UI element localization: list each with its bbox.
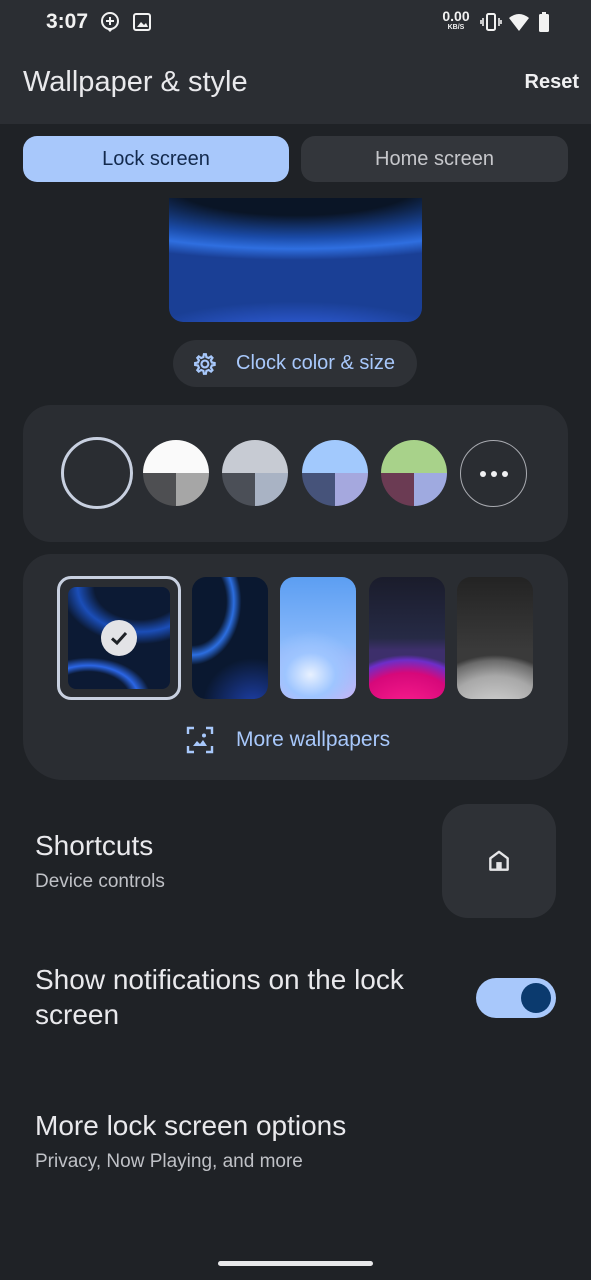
swatch-segment: [255, 473, 288, 506]
shortcuts-subtitle: Device controls: [35, 871, 165, 892]
network-speed-unit: KB/S: [447, 24, 465, 31]
vibrate-icon: [480, 13, 502, 31]
tab-home-screen-label: Home screen: [375, 147, 494, 170]
clock-color-size-button[interactable]: Clock color & size: [173, 340, 417, 387]
notifications-title-line1: Show notifications on the lock: [35, 964, 404, 995]
more-options-subtitle: Privacy, Now Playing, and more: [35, 1151, 303, 1172]
clock-color-size-label: Clock color & size: [236, 352, 395, 374]
network-speed: 0.00 KB/S: [438, 9, 474, 31]
more-options-title: More lock screen options: [35, 1110, 347, 1141]
status-bar: 3:07 0.00 KB/S: [0, 0, 591, 44]
network-speed-value: 0.00: [442, 8, 470, 24]
wallpaper-thumbnail-3[interactable]: [280, 577, 356, 699]
app-bar: Wallpaper & style Reset: [0, 44, 591, 124]
swatch-segment: [143, 473, 176, 506]
swatch-segment: [302, 473, 335, 506]
swatch-segment: [414, 473, 447, 506]
color-swatch-3[interactable]: [222, 440, 288, 506]
checkmark-icon: [101, 620, 137, 656]
wallpaper-image-icon: [186, 726, 214, 754]
swatch-segment: [381, 440, 447, 473]
gear-icon: [194, 352, 216, 375]
swatch-segment: [143, 440, 209, 473]
wifi-icon: [509, 14, 529, 31]
wallpaper-thumbnail-2[interactable]: [192, 577, 268, 699]
dot: [490, 470, 497, 477]
page-title: Wallpaper & style: [23, 66, 248, 98]
dot: [501, 470, 508, 477]
battery-icon: [539, 12, 549, 32]
tab-lock-screen[interactable]: Lock screen: [23, 136, 289, 182]
swatch-segment: [302, 440, 368, 473]
swatch-segment: [176, 473, 209, 506]
color-swatch-2[interactable]: [143, 440, 209, 506]
image-icon: [133, 13, 151, 31]
reset-button[interactable]: Reset: [525, 71, 579, 94]
wallpaper-thumbnail-5[interactable]: [457, 577, 533, 699]
swatch-segment: [335, 473, 368, 506]
swatch-segment: [222, 473, 255, 506]
notifications-title-line2: screen: [35, 999, 120, 1030]
shortcuts-title: Shortcuts: [35, 830, 154, 861]
dot: [479, 470, 486, 477]
more-wallpapers-label: More wallpapers: [236, 728, 391, 751]
toggle-knob: [521, 983, 551, 1013]
more-wallpapers-button[interactable]: More wallpapers: [186, 725, 390, 755]
color-swatch-1[interactable]: [69, 445, 125, 501]
more-colors-button[interactable]: [460, 440, 527, 507]
tab-lock-screen-label: Lock screen: [102, 147, 210, 170]
status-time: 3:07: [46, 10, 89, 33]
shortcut-home-tile[interactable]: [442, 804, 556, 918]
lock-screen-preview[interactable]: [169, 198, 422, 322]
swatch-segment: [222, 440, 288, 473]
color-swatch-5[interactable]: [381, 440, 447, 506]
tab-home-screen[interactable]: Home screen: [301, 136, 568, 182]
wallpaper-thumbnail-4[interactable]: [369, 577, 445, 699]
home-icon: [489, 850, 509, 871]
swatch-segment: [381, 473, 414, 506]
location-pin-icon: [101, 12, 119, 32]
gesture-nav-bar[interactable]: [218, 1261, 373, 1266]
color-swatch-4[interactable]: [302, 440, 368, 506]
